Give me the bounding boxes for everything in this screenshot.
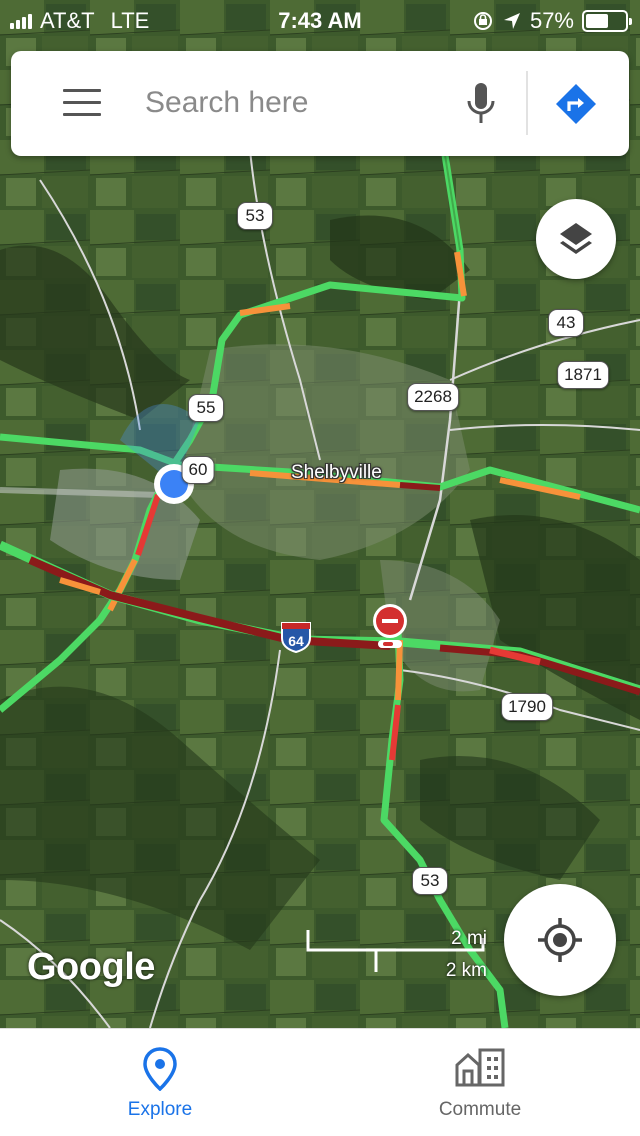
route-shield: 1790 (501, 693, 553, 721)
search-divider (526, 71, 528, 135)
my-location-button[interactable] (504, 884, 616, 996)
layers-button[interactable] (536, 199, 616, 279)
scale-imperial: 2 mi (451, 928, 487, 949)
tab-explore-label: Explore (127, 1099, 193, 1120)
search-input[interactable] (145, 81, 445, 125)
route-shield: 55 (188, 394, 224, 422)
google-attribution: Google (27, 946, 155, 988)
battery-percent: 57% (529, 8, 574, 33)
tab-commute-label: Commute (438, 1099, 522, 1120)
place-label[interactable]: Shelbyville (291, 462, 382, 484)
interstate-shield: 64 (279, 620, 313, 654)
route-shield: 53 (412, 867, 448, 895)
route-shield: 53 (237, 202, 273, 230)
interstate-shield-icon: 64 (281, 622, 311, 654)
scale-bar: 2 mi 2 km (305, 928, 495, 984)
route-shield: 1871 (557, 361, 609, 389)
route-shield: 43 (548, 309, 584, 337)
battery-icon (582, 10, 632, 32)
route-shield: 60 (181, 456, 215, 484)
search-bar (11, 51, 629, 156)
status-bar: AT&T LTE 7:43 AM 57% (0, 0, 640, 40)
interstate-number: 64 (288, 633, 304, 649)
tab-explore[interactable]: Explore (0, 1029, 320, 1136)
route-shield: 2268 (407, 383, 459, 411)
battery-level (586, 14, 608, 28)
rotation-lock-icon (473, 12, 492, 30)
directions-icon[interactable] (555, 83, 597, 125)
location-arrow-icon (503, 13, 520, 29)
tab-commute[interactable]: Commute (320, 1029, 640, 1136)
location-pin-icon (143, 1047, 177, 1091)
layers-icon (560, 223, 592, 254)
scale-metric: 2 km (445, 960, 487, 981)
my-location-icon (538, 918, 582, 962)
microphone-icon[interactable] (461, 81, 501, 127)
commute-buildings-icon (455, 1048, 505, 1087)
bottom-navigation: Explore Commute (0, 1028, 640, 1136)
menu-icon[interactable] (63, 89, 101, 117)
